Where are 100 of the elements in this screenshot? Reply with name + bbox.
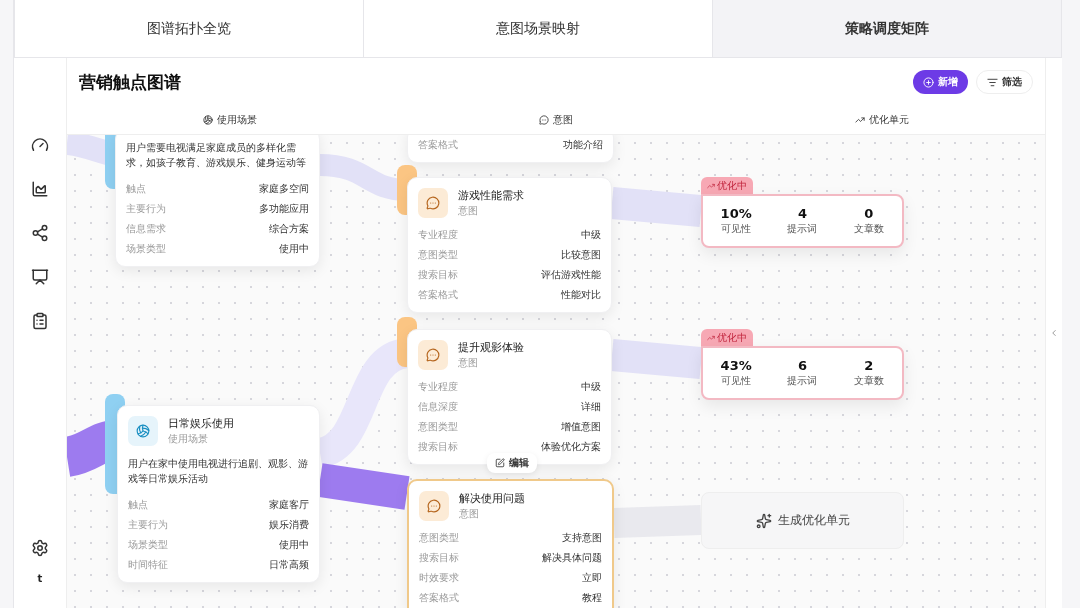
card-title: 解决使用问题 (459, 491, 525, 506)
scenario-card[interactable]: 日常娱乐使用 使用场景 用户在家中使用电视进行追剧、观影、游戏等日常娱乐活动 触点 家庭客厅 主要行为 娱乐消费 场景类型 使用中 时间特征 日常高频 (117, 405, 320, 583)
metric-label: 提示词 (787, 222, 818, 236)
field-label: 答案格式 (419, 591, 459, 605)
status-tag: 优化中 (701, 329, 753, 346)
field-value: 立即 (582, 571, 602, 585)
field-label: 触点 (128, 498, 148, 512)
card-title: 游戏性能需求 (458, 188, 524, 203)
field-value: 娱乐消费 (269, 518, 309, 532)
card-title: 日常娱乐使用 (168, 416, 234, 431)
edit-icon (495, 458, 505, 468)
clipboard-icon[interactable] (31, 312, 49, 330)
field-value: 功能介绍 (563, 138, 603, 152)
field-label: 时间特征 (128, 558, 168, 572)
field-value: 家庭客厅 (269, 498, 309, 512)
field-value: 多功能应用 (259, 202, 309, 216)
filter-icon (987, 76, 998, 88)
chat-bubble-icon (418, 340, 448, 370)
trend-icon (707, 181, 715, 190)
field-label: 信息需求 (126, 222, 166, 236)
field-label: 答案格式 (418, 288, 458, 302)
edit-button[interactable]: 编辑 (487, 453, 537, 473)
field-value: 体验优化方案 (541, 440, 601, 454)
field-label: 信息深度 (418, 400, 458, 414)
gauge-icon[interactable] (31, 136, 49, 154)
column-header: 使用场景 (217, 113, 257, 127)
card-subtitle: 意图 (459, 507, 480, 521)
field-label: 专业程度 (418, 380, 458, 394)
field-label: 意图类型 (418, 248, 458, 262)
intent-card[interactable]: 答案格式 功能介绍 (407, 135, 614, 163)
add-button[interactable]: 新增 (913, 70, 968, 94)
intent-card[interactable]: 游戏性能需求 意图 专业程度 中级 意图类型 比较意图 搜索目标 评估游戏性能 答案格式 性能对比 (407, 177, 612, 313)
field-value: 性能对比 (561, 288, 601, 302)
field-value: 综合方案 (269, 222, 309, 236)
page-title: 营销触点图谱 (79, 70, 181, 94)
card-subtitle: 意图 (458, 204, 479, 218)
settings-icon[interactable] (31, 539, 49, 557)
field-label: 场景类型 (126, 242, 166, 256)
field-value: 增值意图 (561, 420, 601, 434)
field-label: 搜索目标 (418, 268, 458, 282)
field-value: 家庭多空间 (259, 182, 309, 196)
sparkle-icon (755, 512, 772, 529)
presentation-icon[interactable] (31, 268, 49, 286)
metric-label: 提示词 (787, 374, 818, 388)
plus-icon (923, 76, 934, 88)
field-value: 中级 (581, 228, 601, 242)
status-tag: 优化中 (701, 177, 753, 194)
metric-label: 可见性 (721, 222, 752, 236)
field-value: 中级 (581, 380, 601, 394)
filter-button[interactable]: 筛选 (976, 70, 1033, 94)
metric-value: 2 (864, 358, 874, 373)
chat-bubble-icon (539, 115, 549, 125)
column-header: 优化单元 (869, 113, 909, 127)
card-description: 用户需要电视满足家庭成员的多样化需求，如孩子教育、游戏娱乐、健身运动等 (126, 141, 307, 170)
card-subtitle: 使用场景 (168, 432, 209, 446)
column-header: 意图 (553, 113, 573, 127)
field-label: 触点 (126, 182, 146, 196)
ball-icon (203, 115, 213, 125)
nodes-icon[interactable] (31, 224, 49, 242)
field-value: 解决具体问题 (542, 551, 602, 565)
metric-label: 文章数 (853, 222, 884, 236)
field-label: 主要行为 (126, 202, 166, 216)
card-title: 提升观影体验 (458, 340, 524, 355)
field-value: 支持意图 (562, 531, 602, 545)
area-chart-icon[interactable] (31, 180, 49, 198)
metric-label: 文章数 (853, 374, 884, 388)
unit-card[interactable]: 43% 可见性 6 提示词 2 文章数 (701, 346, 904, 400)
unit-card[interactable]: 10% 可见性 4 提示词 0 文章数 (701, 194, 904, 248)
metric-value: 4 (797, 206, 807, 221)
field-value: 评估游戏性能 (541, 268, 601, 282)
field-value: 日常高频 (269, 558, 309, 572)
intent-card[interactable]: 解决使用问题 意图 意图类型 支持意图 搜索目标 解决具体问题 时效要求 立即 答案格式 教程 (407, 479, 614, 608)
metric-label: 可见性 (721, 374, 752, 388)
field-value: 使用中 (279, 538, 309, 552)
field-value: 详细 (581, 400, 601, 414)
field-value: 使用中 (279, 242, 309, 256)
card-subtitle: 意图 (458, 356, 479, 370)
metric-value: 10% (720, 206, 752, 221)
generate-button[interactable]: 生成优化单元 (701, 492, 904, 549)
field-label: 主要行为 (128, 518, 168, 532)
field-label: 时效要求 (419, 571, 459, 585)
metric-value: 6 (797, 358, 807, 373)
metric-value: 43% (720, 358, 752, 373)
tab[interactable]: 策略调度矩阵 (712, 0, 1061, 57)
field-label: 意图类型 (418, 420, 458, 434)
card-description: 用户在家中使用电视进行追剧、观影、游戏等日常娱乐活动 (128, 457, 309, 486)
field-label: 场景类型 (128, 538, 168, 552)
trend-icon (855, 115, 865, 125)
chat-bubble-icon (418, 188, 448, 218)
trend-icon (707, 333, 715, 342)
field-label: 专业程度 (418, 228, 458, 242)
field-label: 搜索目标 (419, 551, 459, 565)
field-label: 答案格式 (418, 138, 458, 152)
field-label: 意图类型 (419, 531, 459, 545)
avatar[interactable]: t (37, 573, 43, 584)
scenario-card[interactable]: 用户需要电视满足家庭成员的多样化需求，如孩子教育、游戏娱乐、健身运动等 触点 家庭多空间 主要行为 多功能应用 信息需求 综合方案 场景类型 使用中 (115, 135, 320, 267)
field-value: 比较意图 (561, 248, 601, 262)
metric-value: 0 (864, 206, 874, 221)
chat-bubble-icon (419, 491, 449, 521)
field-value: 教程 (582, 591, 602, 605)
